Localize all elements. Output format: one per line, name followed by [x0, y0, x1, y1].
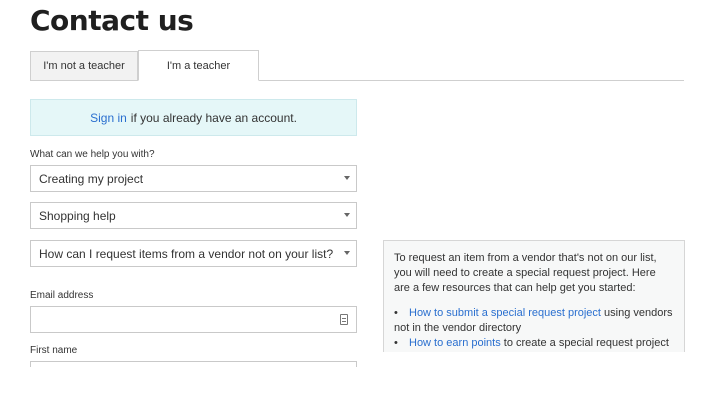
- earn-points-link[interactable]: How to earn points: [409, 337, 501, 349]
- chevron-down-icon: [344, 251, 350, 255]
- list-item: • How to submit a special request project…: [394, 307, 673, 334]
- list-item-text: to create a special request project: [503, 337, 669, 349]
- tab-not-teacher[interactable]: I'm not a teacher: [30, 51, 138, 80]
- help-topic-label: What can we help you with?: [30, 149, 155, 160]
- question-select-value: How can I request items from a vendor no…: [39, 246, 334, 261]
- signin-text: if you already have an account.: [130, 110, 297, 125]
- email-label: Email address: [30, 290, 94, 301]
- first-name-label: First name: [30, 345, 78, 356]
- topic-select[interactable]: Creating my project: [30, 165, 357, 192]
- first-name-field[interactable]: [30, 361, 357, 367]
- chevron-down-icon: [344, 176, 350, 180]
- question-select[interactable]: How can I request items from a vendor no…: [30, 240, 357, 267]
- tab-teacher[interactable]: I'm a teacher: [138, 50, 259, 81]
- tab-bar: I'm not a teacher I'm a teacher: [30, 50, 684, 81]
- tooltip-intro: To request an item from a vendor that's …: [394, 252, 657, 294]
- special-request-link[interactable]: How to submit a special request project: [409, 307, 601, 319]
- subtopic-select-value: Shopping help: [39, 208, 116, 223]
- subtopic-select[interactable]: Shopping help: [30, 202, 357, 229]
- topic-select-value: Creating my project: [39, 171, 144, 186]
- signin-link[interactable]: Sign in: [90, 111, 127, 125]
- tooltip-resource-list: • How to submit a special request project…: [394, 306, 674, 351]
- help-tooltip: To request an item from a vendor that's …: [383, 240, 685, 352]
- signin-banner: Sign in if you already have an account.: [30, 99, 357, 136]
- chevron-down-icon: [344, 213, 350, 217]
- page-title: Contact us: [30, 4, 194, 37]
- autofill-card-icon[interactable]: [340, 314, 348, 325]
- list-item: • How to earn points to create a special …: [394, 337, 669, 349]
- email-field[interactable]: [30, 306, 357, 333]
